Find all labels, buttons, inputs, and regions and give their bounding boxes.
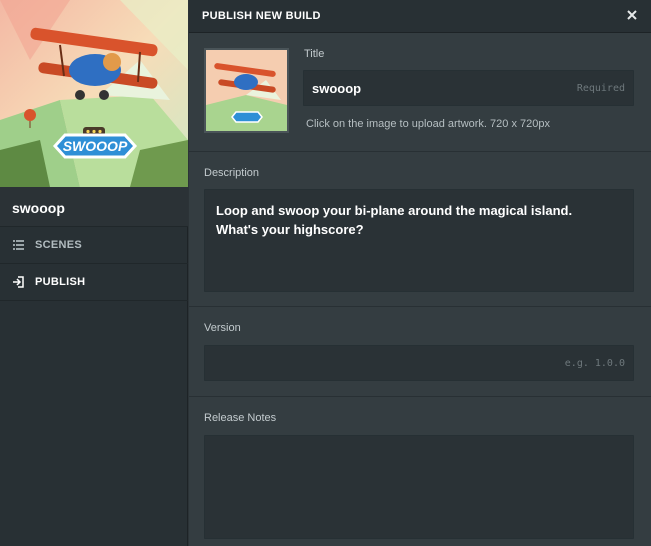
description-value: Loop and swoop your bi-plane around the … xyxy=(216,203,573,237)
description-section: Description Loop and swoop your bi-plane… xyxy=(189,152,651,307)
sidebar-item-label: SCENES xyxy=(35,239,83,251)
release-notes-label: Release Notes xyxy=(204,412,277,424)
title-section: Title swooop Required Click on the image… xyxy=(189,33,651,152)
close-button[interactable] xyxy=(625,8,639,22)
sidebar-item-publish[interactable]: PUBLISH xyxy=(0,264,188,301)
panel-header: PUBLISH NEW BUILD xyxy=(189,0,651,33)
version-input[interactable]: e.g. 1.0.0 xyxy=(204,345,634,381)
required-indicator: Required xyxy=(576,83,625,94)
sidebar-item-scenes[interactable]: SCENES xyxy=(0,227,188,264)
logo-text: SWOOOP xyxy=(63,138,128,154)
artwork-thumbnail xyxy=(206,50,287,131)
title-label: Title xyxy=(304,48,325,60)
publish-icon xyxy=(12,276,24,288)
project-artwork: SWOOOP xyxy=(0,0,188,187)
project-name: swooop xyxy=(0,187,188,227)
artwork-upload[interactable] xyxy=(204,48,289,133)
title-value: swooop xyxy=(312,81,362,96)
list-icon xyxy=(12,239,24,251)
sidebar-item-label: PUBLISH xyxy=(35,276,86,288)
release-notes-textarea[interactable] xyxy=(204,435,634,539)
description-textarea[interactable]: Loop and swoop your bi-plane around the … xyxy=(204,189,634,292)
artwork-illustration: SWOOOP xyxy=(0,0,188,187)
release-notes-section: Release Notes xyxy=(189,397,651,546)
description-label: Description xyxy=(204,167,260,179)
version-placeholder: e.g. 1.0.0 xyxy=(564,358,625,369)
publish-panel: PUBLISH NEW BUILD Title swooop Required xyxy=(189,0,651,546)
sidebar: SWOOOP swooop SCENES PUBLISH xyxy=(0,0,188,546)
version-label: Version xyxy=(204,322,241,334)
panel-title: PUBLISH NEW BUILD xyxy=(202,10,321,22)
close-icon xyxy=(627,10,637,20)
version-section: Version e.g. 1.0.0 xyxy=(189,307,651,397)
artwork-hint: Click on the image to upload artwork. 72… xyxy=(306,118,550,130)
title-input[interactable]: swooop Required xyxy=(303,70,634,106)
